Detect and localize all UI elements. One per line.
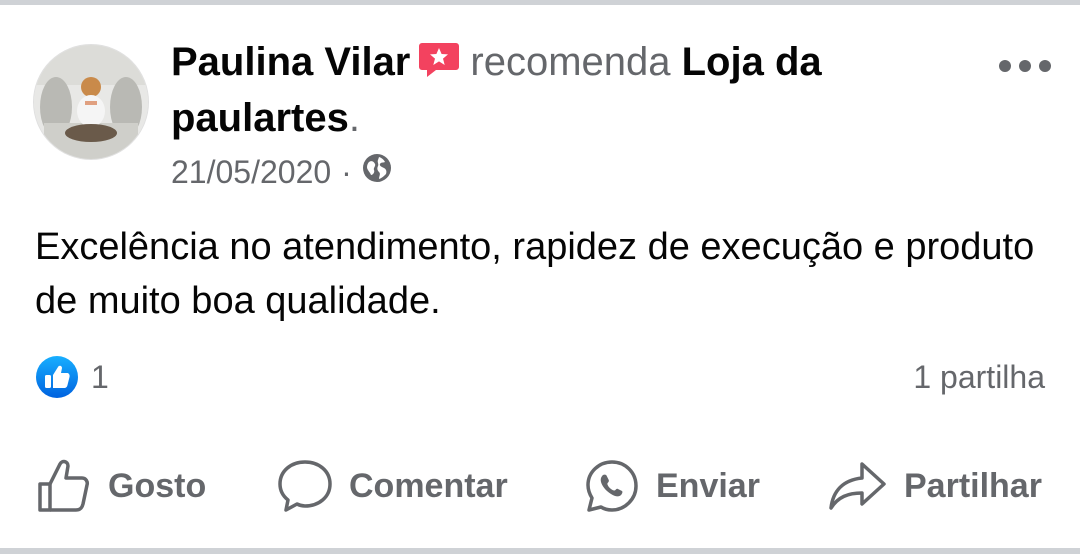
share-count[interactable]: 1 partilha — [913, 357, 1045, 397]
reaction-count[interactable]: 1 — [91, 357, 109, 397]
send-label: Enviar — [656, 466, 760, 505]
comment-button[interactable]: Comentar — [277, 455, 508, 517]
comment-label: Comentar — [349, 466, 508, 505]
recommend-icon — [418, 40, 460, 92]
post-header: Paulina Vilar recomenda Loja da paularte… — [171, 36, 971, 144]
meta-separator: · — [341, 154, 352, 190]
reactions-bar: 1 1 partilha — [35, 355, 1045, 399]
share-button[interactable]: Partilhar — [828, 455, 1042, 517]
like-label: Gosto — [108, 466, 207, 505]
thumbs-up-icon — [38, 459, 89, 512]
comment-icon — [278, 460, 332, 512]
header-period: . — [348, 96, 360, 140]
like-reaction-icon[interactable] — [35, 355, 79, 399]
top-divider — [0, 0, 1080, 5]
action-bar: Gosto Comentar Enviar Partilhar — [0, 455, 1080, 517]
like-button[interactable]: Gosto — [36, 455, 206, 517]
post-body: Excelência no atendimento, rapidez de ex… — [35, 226, 1035, 322]
share-arrow-icon — [829, 462, 886, 510]
more-icon — [999, 60, 1051, 72]
avatar[interactable] — [33, 44, 149, 160]
recommend-verb: recomenda — [470, 40, 671, 84]
send-button[interactable]: Enviar — [584, 455, 760, 517]
bottom-divider — [0, 548, 1080, 554]
share-label: Partilhar — [904, 466, 1042, 505]
more-options-button[interactable] — [997, 58, 1053, 74]
post-date[interactable]: 21/05/2020 — [171, 152, 331, 192]
post-meta: 21/05/2020 · — [171, 152, 392, 192]
globe-icon — [362, 152, 392, 192]
author-name[interactable]: Paulina Vilar — [171, 40, 410, 84]
whatsapp-icon — [586, 460, 638, 512]
